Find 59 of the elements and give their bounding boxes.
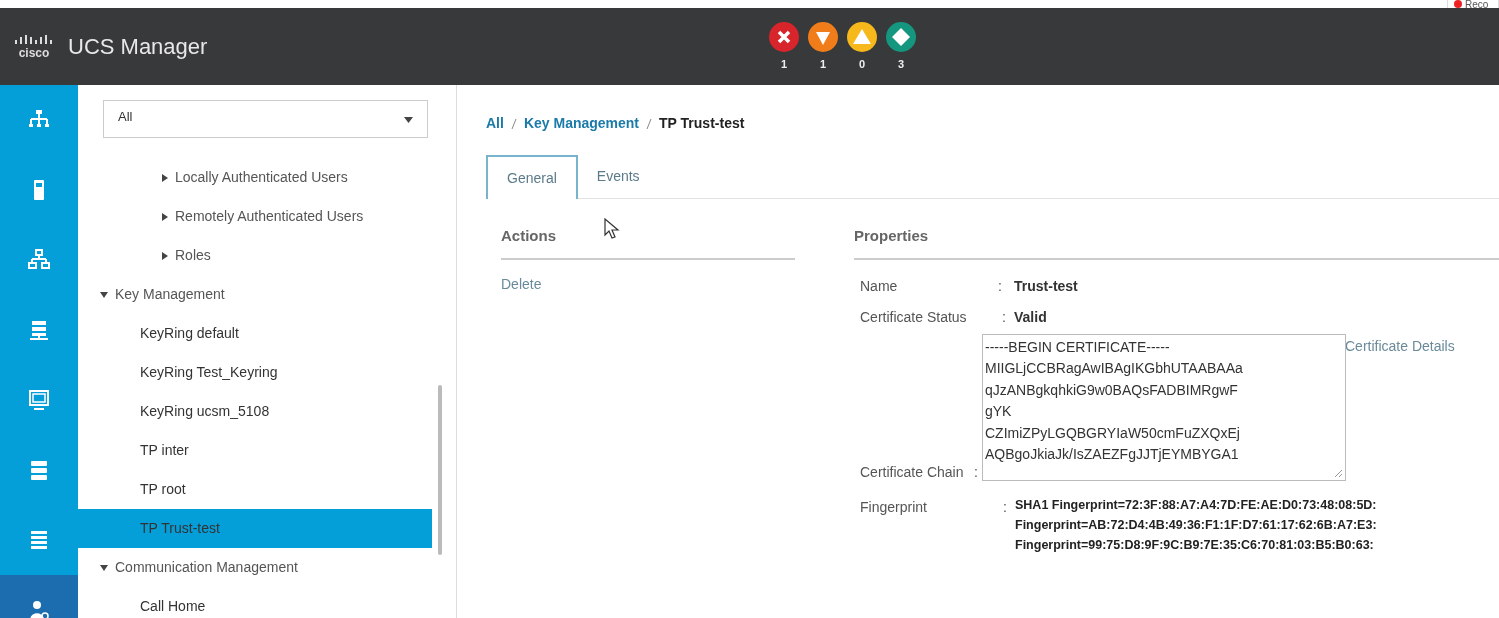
colon-separator: : — [1001, 307, 1007, 327]
field-label: Certificate Chain — [860, 462, 965, 482]
network-icon — [27, 248, 51, 272]
property-value: Trust-test — [1014, 276, 1078, 296]
fingerprint-value: SHA1 Fingerprint=72:3F:88:A7:A4:7D:FE:AE:D0:73:48:08:5D: Fingerprint=AB:72:D4:4B:49:36:F1:1F:D7:61:17:62:6B:A7:E3: Fingerprint=99:75:D8:9F:9C:B9:7E:35:C6:70:81:03:B5:B0:63: — [1015, 496, 1377, 554]
caret-icon[interactable] — [162, 212, 168, 221]
tree-item[interactable]: Call Home — [78, 587, 456, 618]
resize-grip-icon[interactable] — [1333, 467, 1343, 478]
filter-value: All — [118, 109, 133, 124]
breadcrumb-current: TP Trust-test — [659, 114, 745, 133]
major-alarm-icon[interactable] — [807, 20, 839, 53]
caret-icon[interactable] — [100, 291, 108, 298]
colon-separator: : — [1002, 497, 1008, 517]
caret-icon[interactable] — [162, 251, 168, 260]
tree-item[interactable]: KeyRing default — [78, 314, 456, 353]
action-link[interactable]: Delete — [501, 273, 795, 295]
separator-icon — [646, 117, 653, 130]
property-value: Valid — [1014, 307, 1047, 327]
caret-icon[interactable] — [162, 173, 168, 182]
warning-alarm-icon[interactable] — [885, 20, 917, 53]
minor-alarm-icon[interactable] — [846, 20, 878, 53]
alarm-count[interactable]: 3 — [897, 56, 905, 73]
separator-icon — [510, 117, 517, 130]
user-icon — [27, 598, 51, 618]
tree-item[interactable]: TP Trust-test — [78, 509, 432, 548]
field-label: Fingerprint — [860, 497, 928, 517]
cursor-icon — [604, 218, 620, 240]
tree-item[interactable]: Locally Authenticated Users — [78, 158, 456, 197]
tree-item[interactable]: Remotely Authenticated Users — [78, 197, 456, 236]
alarm-count[interactable]: 1 — [819, 56, 827, 73]
monitor-icon — [27, 388, 51, 412]
certificate-details-link[interactable]: Certificate Details — [1345, 335, 1455, 489]
section-heading: Actions — [501, 225, 795, 260]
app-title: UCS Manager — [68, 33, 208, 61]
filter-dropdown[interactable]: All — [103, 100, 428, 138]
field-label: Name — [860, 276, 899, 296]
colon-separator: : — [997, 276, 1003, 296]
tree-item[interactable]: TP root — [78, 470, 456, 509]
alarm-count[interactable]: 0 — [858, 56, 866, 73]
colon-separator: : — [973, 462, 979, 482]
caret-icon — [404, 117, 413, 123]
field-label: Certificate Status — [860, 307, 968, 327]
tab[interactable]: General — [486, 155, 578, 199]
breadcrumb-link[interactable]: All — [486, 113, 504, 134]
tree-item[interactable]: Roles — [78, 236, 456, 275]
caret-icon[interactable] — [100, 564, 108, 571]
alarm-count[interactable]: 1 — [780, 56, 788, 73]
critical-alarm-icon[interactable] — [768, 20, 800, 53]
tree-item[interactable]: KeyRing Test_Keyring — [78, 353, 456, 392]
scrollbar-thumb[interactable] — [438, 385, 442, 555]
tree-item[interactable]: Communication Management — [78, 548, 456, 587]
certificate-field[interactable]: -----BEGIN CERTIFICATE----- MIIGLjCCBRagAwIBAgIKGbhUTAABAAa qJzANBgkqhkiG9w0BAQsFADBIMRgwF gYK CZImiZPyLGQBGRYIaW50cmFuZXQxEj AQBgoJkiaJk/IsZAEZFgJJTjEYMBYGA1 — [982, 333, 1346, 481]
breadcrumb-link[interactable]: Key Management — [523, 113, 640, 134]
section-heading: Properties — [854, 225, 1499, 260]
tree-item[interactable]: Key Management — [78, 275, 456, 314]
stack-icon — [27, 318, 51, 342]
cisco-logo: cisco — [14, 34, 54, 59]
tree-item[interactable]: TP inter — [78, 431, 456, 470]
tree-item[interactable]: KeyRing ucsm_5108 — [78, 392, 456, 431]
